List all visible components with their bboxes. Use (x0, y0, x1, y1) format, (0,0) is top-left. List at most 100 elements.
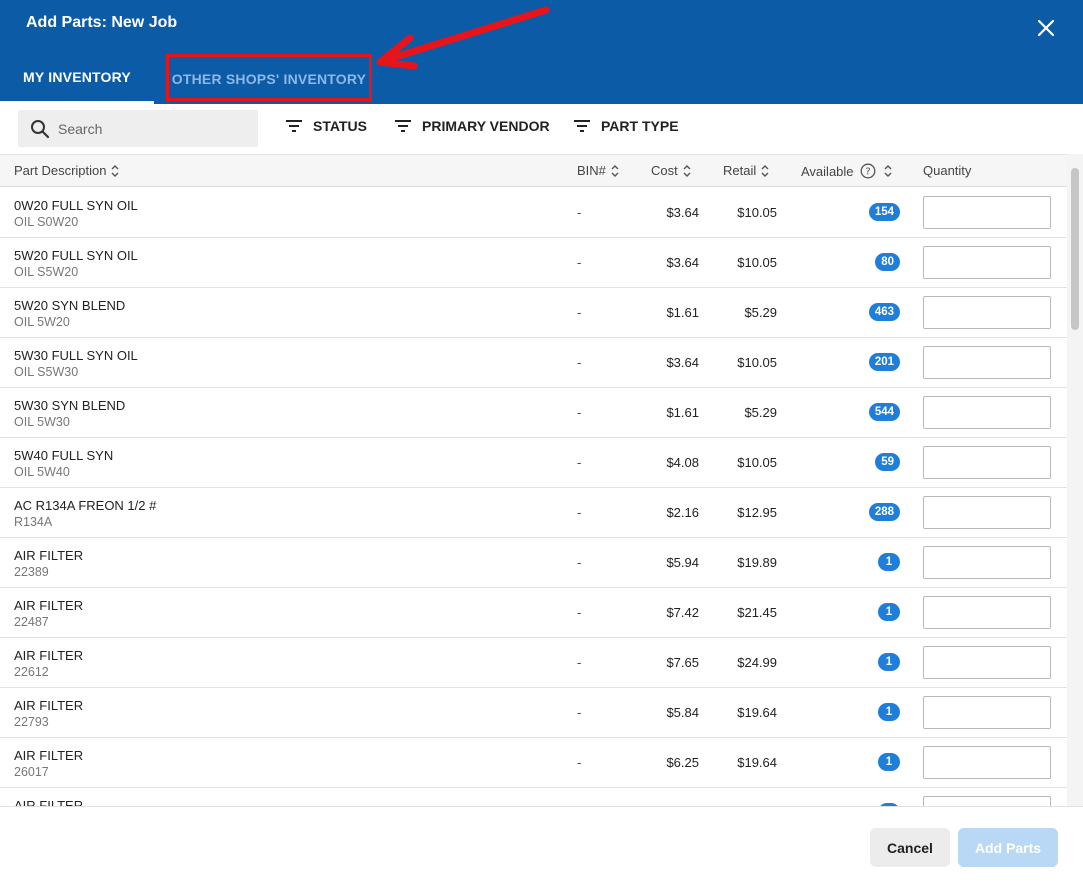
add-parts-button[interactable]: Add Parts (958, 828, 1058, 867)
filter-primary-vendor-label: PRIMARY VENDOR (422, 118, 550, 134)
filter-primary-vendor[interactable]: PRIMARY VENDOR (394, 118, 550, 134)
part-name: AIR FILTER (14, 648, 84, 663)
part-retail: $10.05 (737, 455, 777, 470)
col-label: Cost (651, 163, 678, 178)
sort-icon (884, 165, 892, 177)
available-badge: 80 (875, 253, 900, 271)
quantity-input[interactable] (923, 446, 1051, 479)
col-label: BIN# (577, 163, 606, 178)
modal-footer: Cancel Add Parts (0, 806, 1083, 889)
table-row: 5W40 FULL SYN OIL 5W40 - $4.08 $10.05 59 (0, 438, 1067, 488)
col-label: Part Description (14, 163, 107, 178)
part-description: AIR FILTER 22389 (14, 548, 83, 580)
part-code: OIL 5W40 (14, 465, 70, 479)
svg-text:?: ? (865, 167, 870, 178)
col-part-description[interactable]: Part Description (14, 163, 119, 178)
quantity-input[interactable] (923, 746, 1051, 779)
part-code: 22389 (14, 565, 49, 579)
part-name: AIR FILTER (14, 598, 84, 613)
part-description: 5W40 FULL SYN OIL 5W40 (14, 448, 113, 480)
part-description: 0W20 FULL SYN OIL OIL S0W20 (14, 198, 138, 230)
add-parts-modal: Add Parts: New Job MY INVENTORY OTHER SH… (0, 0, 1083, 889)
part-bin: - (577, 255, 582, 270)
part-bin: - (577, 705, 582, 720)
part-cost: $1.61 (666, 405, 699, 420)
col-cost[interactable]: Cost (651, 163, 691, 178)
quantity-input[interactable] (923, 296, 1051, 329)
search-input[interactable] (58, 120, 238, 137)
quantity-input[interactable] (923, 796, 1051, 806)
part-cost: $1.61 (666, 305, 699, 320)
quantity-input[interactable] (923, 396, 1051, 429)
part-code: OIL 5W30 (14, 415, 70, 429)
part-code: OIL S5W20 (14, 265, 79, 279)
filter-part-type-label: PART TYPE (601, 118, 679, 134)
quantity-input[interactable] (923, 646, 1051, 679)
sort-icon (761, 164, 769, 177)
col-available[interactable]: Available ? (801, 163, 892, 179)
available-badge: 201 (868, 353, 900, 371)
quantity-input[interactable] (923, 346, 1051, 379)
part-retail: $12.95 (737, 505, 777, 520)
part-cost: $5.94 (666, 555, 699, 570)
parts-table: Part Description BIN# Cost Retail Availa… (0, 154, 1067, 806)
available-badge: 463 (868, 303, 900, 321)
available-badge: 544 (868, 403, 900, 421)
sort-icon (111, 164, 119, 177)
part-code: OIL S0W20 (14, 215, 79, 229)
part-bin: - (577, 755, 582, 770)
part-code: 22612 (14, 665, 49, 679)
part-description: AIR FILTER 22487 (14, 598, 83, 630)
part-cost: $7.42 (666, 605, 699, 620)
filter-icon (286, 120, 302, 132)
available-badge: 1 (878, 603, 900, 621)
sort-icon (683, 164, 691, 177)
part-name: 5W30 SYN BLEND (14, 398, 126, 413)
part-code: OIL S5W30 (14, 365, 79, 379)
part-cost: $5.84 (666, 705, 699, 720)
available-badge: 1 (878, 703, 900, 721)
part-cost: $4.08 (666, 455, 699, 470)
part-code: OIL 5W20 (14, 315, 70, 329)
table-row: 0W20 FULL SYN OIL OIL S0W20 - $3.64 $10.05 15… (0, 188, 1067, 238)
cancel-button[interactable]: Cancel (870, 828, 950, 867)
col-retail[interactable]: Retail (723, 163, 769, 178)
quantity-input[interactable] (923, 696, 1051, 729)
tab-my-inventory[interactable]: MY INVENTORY (0, 50, 154, 104)
part-cost: $3.64 (666, 355, 699, 370)
search-box[interactable] (18, 110, 258, 147)
part-code: 26017 (14, 765, 49, 779)
filter-icon (395, 120, 411, 132)
table-row: 5W30 SYN BLEND OIL 5W30 - $1.61 $5.29 544 (0, 388, 1067, 438)
tab-other-shops-inventory[interactable]: OTHER SHOPS' INVENTORY (166, 50, 372, 104)
part-retail: $19.64 (737, 705, 777, 720)
part-description: 5W30 SYN BLEND OIL 5W30 (14, 398, 125, 430)
part-bin: - (577, 605, 582, 620)
filter-part-type[interactable]: PART TYPE (573, 118, 679, 134)
part-name: AIR FILTER (14, 798, 84, 806)
part-retail: $21.45 (737, 605, 777, 620)
quantity-input[interactable] (923, 546, 1051, 579)
part-retail: $24.99 (737, 655, 777, 670)
quantity-input[interactable] (923, 246, 1051, 279)
table-row: 5W20 SYN BLEND OIL 5W20 - $1.61 $5.29 463 (0, 288, 1067, 338)
filter-status[interactable]: STATUS (285, 118, 367, 134)
search-icon (31, 119, 50, 138)
part-code: 22793 (14, 715, 49, 729)
quantity-input[interactable] (923, 596, 1051, 629)
quantity-input[interactable] (923, 196, 1051, 229)
part-cost: $3.64 (666, 255, 699, 270)
col-label: Retail (723, 163, 757, 178)
close-icon[interactable] (1034, 16, 1058, 40)
part-retail: $5.29 (744, 405, 777, 420)
quantity-input[interactable] (923, 496, 1051, 529)
part-name: AIR FILTER (14, 698, 84, 713)
available-badge: 1 (878, 753, 900, 771)
help-icon[interactable]: ? (860, 163, 876, 179)
scrollbar[interactable] (1067, 154, 1083, 806)
part-name: 5W20 SYN BLEND (14, 298, 126, 313)
scrollbar-thumb[interactable] (1071, 168, 1079, 330)
col-bin[interactable]: BIN# (577, 163, 619, 178)
filter-status-label: STATUS (313, 118, 367, 134)
col-label: Quantity (923, 163, 972, 178)
